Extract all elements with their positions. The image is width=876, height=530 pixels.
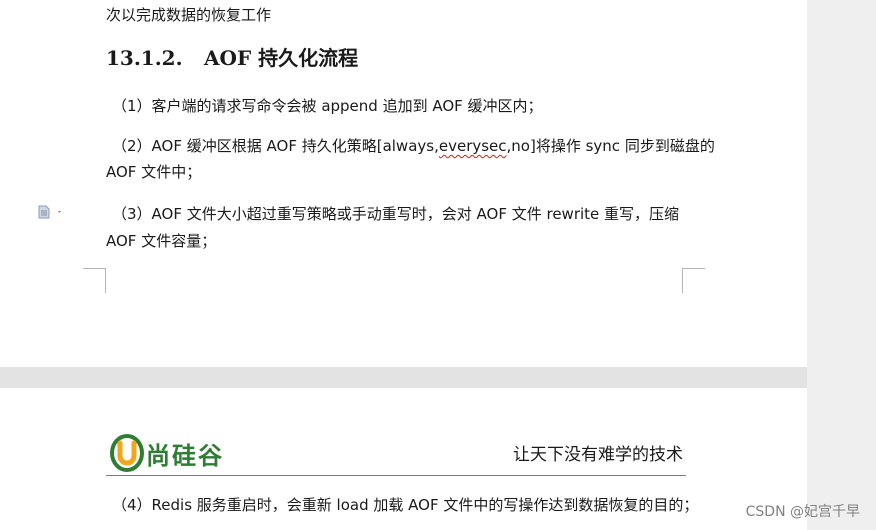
section-number: 13.1.2.	[106, 46, 183, 70]
step-3-line-2: AOF 文件容量；	[106, 232, 217, 250]
step-2-text-after: ,no]将操作 sync 同步到磁盘的	[506, 137, 715, 155]
page-margin-corner-right	[682, 268, 705, 293]
step-4-line: （4）Redis 服务重启时，会重新 load 加载 AOF 文件中的写操作达到…	[112, 496, 699, 514]
step-1-line: （1）客户端的请求写命令会被 append 追加到 AOF 缓冲区内；	[112, 97, 543, 115]
header-divider	[106, 475, 686, 476]
step-3-line-1: （3）AOF 文件大小超过重写策略或手动重写时，会对 AOF 文件 rewrit…	[112, 205, 680, 223]
step-2-line-1: （2）AOF 缓冲区根据 AOF 持久化策略[always,everysec,n…	[112, 136, 715, 156]
spellcheck-word[interactable]: everysec	[439, 137, 507, 155]
document-scroll-area[interactable]	[807, 0, 876, 530]
step-2-line-2: AOF 文件中；	[106, 163, 202, 181]
csdn-watermark: CSDN @妃宫千早	[745, 504, 860, 520]
section-heading: 13.1.2. AOF 持久化流程	[106, 44, 358, 72]
page-margin-corner-left	[83, 268, 106, 293]
header-slogan: 让天下没有难学的技术	[513, 445, 683, 465]
document-page-1: 次以完成数据的恢复工作 13.1.2. AOF 持久化流程 （1）客户端的请求写命…	[0, 0, 807, 367]
step-2-text-before: （2）AOF 缓冲区根据 AOF 持久化策略[always,	[112, 137, 439, 155]
company-logo: 尚硅谷	[110, 433, 224, 473]
document-icon[interactable]	[38, 204, 66, 219]
section-title: AOF 持久化流程	[204, 46, 359, 70]
logo-mark-icon	[110, 434, 144, 472]
logo-text: 尚硅谷	[146, 441, 224, 470]
intro-line: 次以完成数据的恢复工作	[106, 6, 272, 24]
